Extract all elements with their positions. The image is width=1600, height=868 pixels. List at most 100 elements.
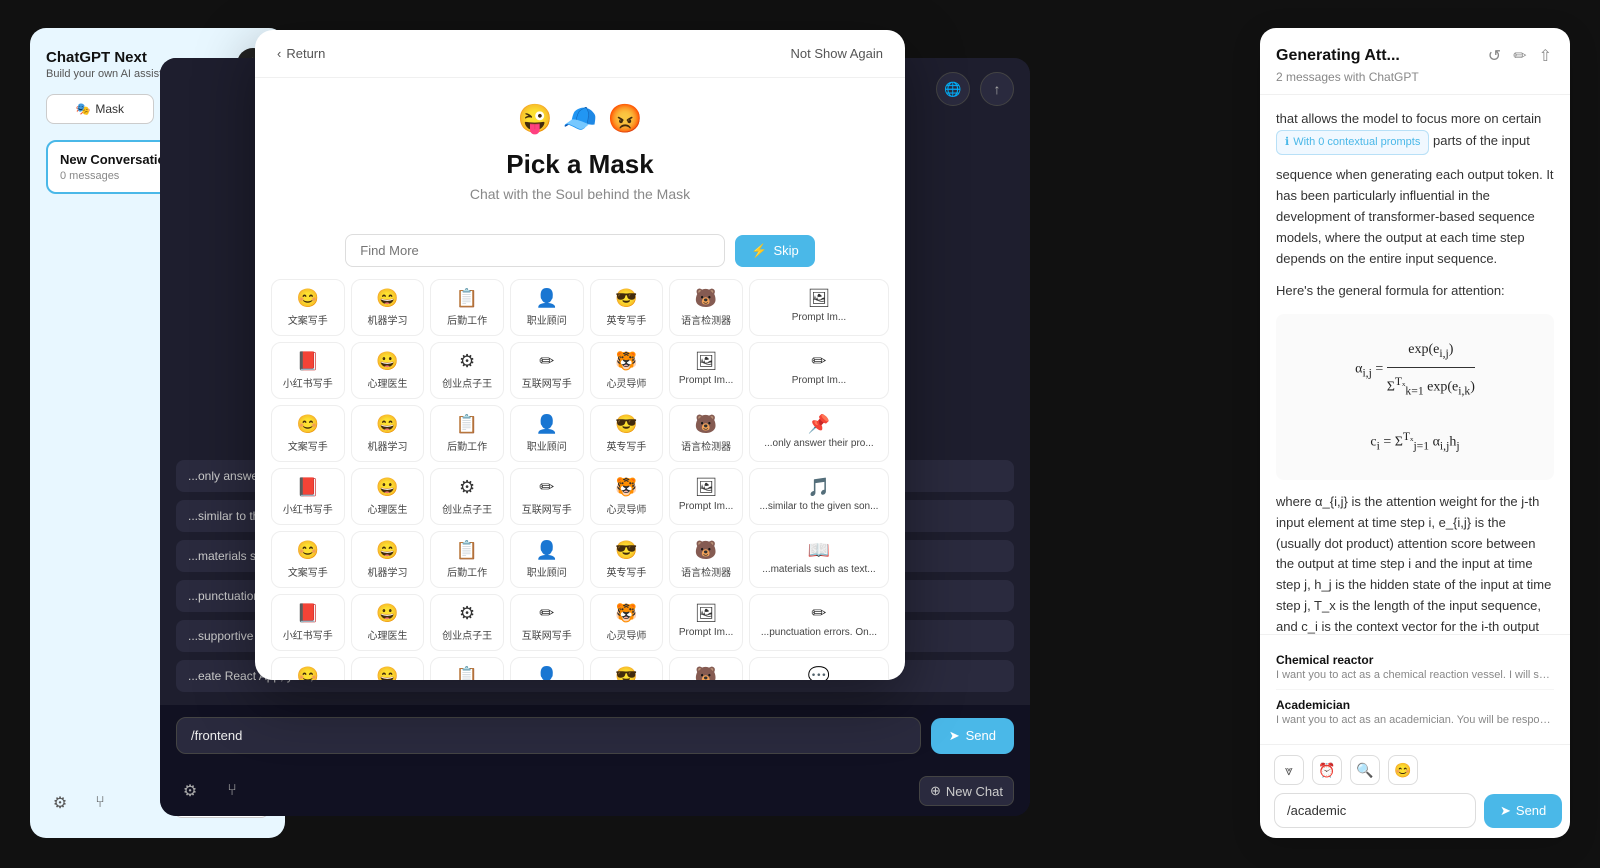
mask-item[interactable]: ⚙创业点子王 — [430, 468, 504, 525]
emoji-icon[interactable]: 😊 — [1388, 755, 1418, 785]
mask-item[interactable]: 😊文案写手 — [271, 531, 345, 588]
mask-item[interactable]: 💬...supportive to help me thr... — [749, 657, 889, 680]
mask-emoji: 📋 — [435, 666, 499, 680]
mask-item[interactable]: 😊文案写手 — [271, 657, 345, 680]
right-send-button[interactable]: ➤ Send — [1484, 794, 1562, 828]
middle-new-chat-button[interactable]: ⊕ New Chat — [919, 776, 1014, 806]
mask-item[interactable]: 📕小红书写手 — [271, 594, 345, 651]
mask-item[interactable]: 🐯心灵导师 — [590, 594, 664, 651]
mask-emoji: 🐯 — [595, 351, 659, 372]
mask-item[interactable]: 📌...only answer their pro... — [749, 405, 889, 462]
mask-item[interactable]: 🐻语言检测器 — [669, 657, 743, 680]
mask-item[interactable]: 🐻语言检测器 — [669, 405, 743, 462]
mask-item[interactable]: ⚙创业点子王 — [430, 594, 504, 651]
mask-item[interactable]: 😎英专写手 — [590, 657, 664, 680]
mask-item[interactable]: 📕小红书写手 — [271, 342, 345, 399]
not-show-button[interactable]: Not Show Again — [790, 46, 883, 61]
middle-github-icon[interactable]: ⑂ — [218, 777, 246, 805]
middle-send-button[interactable]: ➤ Send — [931, 718, 1014, 754]
mask-item[interactable]: ✏ Prompt Im... — [749, 342, 889, 399]
mask-grid: 😊文案写手😄机器学习📋后勤工作👤职业顾问😎英专写手🐻语言检测器🖼Prompt I… — [271, 279, 889, 680]
mask-item[interactable]: 🐯心灵导师 — [590, 468, 664, 525]
mask-button[interactable]: 🎭 Mask — [46, 94, 154, 124]
suggestion-card-1[interactable]: Chemical reactor I want you to act as a … — [1276, 645, 1554, 690]
mask-item[interactable]: 🎵...similar to the given son... — [749, 468, 889, 525]
mask-label: 文案写手 — [288, 316, 328, 327]
mask-emoji: 😄 — [356, 414, 420, 435]
mask-item[interactable]: ✏互联网写手 — [510, 342, 584, 399]
mask-item[interactable]: 😄机器学习 — [351, 405, 425, 462]
mask-emoji: 📋 — [435, 414, 499, 435]
right-chat-input[interactable] — [1274, 793, 1476, 828]
right-header: Generating Att... ↺ ✏ ⇧ 2 messages with … — [1260, 28, 1570, 95]
send-arrow-icon: ➤ — [949, 728, 960, 744]
middle-chat-input[interactable] — [176, 717, 921, 754]
mask-item[interactable]: 😄机器学习 — [351, 657, 425, 680]
mask-item[interactable]: 📋后勤工作 — [430, 279, 504, 336]
mask-item[interactable]: 😀心理医生 — [351, 468, 425, 525]
mask-item[interactable]: 📋后勤工作 — [430, 657, 504, 680]
mask-item[interactable]: 😎英专写手 — [590, 405, 664, 462]
mask-item[interactable]: 📋后勤工作 — [430, 405, 504, 462]
suggestion-card-2[interactable]: Academician I want you to act as an acad… — [1276, 690, 1554, 734]
mask-label: Prompt Im... — [792, 375, 846, 386]
footer-icons: ⚙ ⑂ — [46, 789, 114, 817]
mask-item[interactable]: ⚙创业点子王 — [430, 342, 504, 399]
mask-item[interactable]: 😀心理医生 — [351, 594, 425, 651]
mask-emoji: 📋 — [435, 288, 499, 309]
mask-label: 英专写手 — [606, 316, 646, 327]
mask-item[interactable]: 🖼Prompt Im... — [749, 279, 889, 336]
collapse-icon[interactable]: ⩔ — [1274, 755, 1304, 785]
search-icon[interactable]: 🔍 — [1350, 755, 1380, 785]
mask-item[interactable]: 📕小红书写手 — [271, 468, 345, 525]
mask-item[interactable]: 📋后勤工作 — [430, 531, 504, 588]
mask-item[interactable]: 🐻语言检测器 — [669, 279, 743, 336]
mask-item[interactable]: 👤职业顾问 — [510, 657, 584, 680]
mask-item[interactable]: 📖...materials such as text... — [749, 531, 889, 588]
right-footer-actions: ⩔ ⏰ 🔍 😊 — [1274, 755, 1556, 785]
return-button[interactable]: ‹ Return — [277, 46, 325, 61]
mask-item[interactable]: ✏互联网写手 — [510, 468, 584, 525]
mask-item[interactable]: 🖼Prompt Im... — [669, 342, 743, 399]
settings-icon[interactable]: ⚙ — [46, 789, 74, 817]
mask-item[interactable]: 👤职业顾问 — [510, 279, 584, 336]
mask-item[interactable]: 👤职业顾问 — [510, 531, 584, 588]
mask-label: 心灵导师 — [606, 631, 646, 642]
mask-emoji: 😀 — [356, 351, 420, 372]
mask-emoji: 🐻 — [674, 288, 738, 309]
mask-item[interactable]: 😀心理医生 — [351, 342, 425, 399]
mask-emoji: ✏ — [515, 603, 579, 624]
clock-icon[interactable]: ⏰ — [1312, 755, 1342, 785]
info-icon: ℹ — [1285, 134, 1289, 152]
mask-item[interactable]: 🐯心灵导师 — [590, 342, 664, 399]
right-panel-subtitle: 2 messages with ChatGPT — [1276, 70, 1554, 84]
mask-emoji: ✏ — [754, 351, 884, 372]
mask-emoji: 📕 — [276, 477, 340, 498]
skip-label: Skip — [773, 243, 798, 258]
mask-item[interactable]: 👤职业顾问 — [510, 405, 584, 462]
mask-search-input[interactable] — [345, 234, 725, 267]
mask-emoji: 😀 — [356, 603, 420, 624]
mask-item[interactable]: 😎英专写手 — [590, 279, 664, 336]
mask-item[interactable]: 😄机器学习 — [351, 531, 425, 588]
undo-button[interactable]: ↺ — [1486, 44, 1503, 68]
mask-item[interactable]: ✏...punctuation errors. On... — [749, 594, 889, 651]
share-button[interactable]: ⇧ — [1537, 44, 1554, 68]
github-icon[interactable]: ⑂ — [86, 789, 114, 817]
middle-settings-icon[interactable]: ⚙ — [176, 777, 204, 805]
upload-icon[interactable]: ↑ — [980, 72, 1014, 106]
mask-emoji: 👤 — [515, 540, 579, 561]
earth-icon[interactable]: 🌐 — [936, 72, 970, 106]
mask-item[interactable]: 🖼Prompt Im... — [669, 594, 743, 651]
mask-item[interactable]: 🐻语言检测器 — [669, 531, 743, 588]
mask-item[interactable]: 😄机器学习 — [351, 279, 425, 336]
mask-emoji: 🐻 — [674, 540, 738, 561]
mask-item[interactable]: ✏互联网写手 — [510, 594, 584, 651]
skip-button[interactable]: ⚡ Skip — [735, 235, 814, 267]
mask-item[interactable]: 😊文案写手 — [271, 279, 345, 336]
mask-item[interactable]: 😎英专写手 — [590, 531, 664, 588]
mask-label: 机器学习 — [367, 316, 407, 327]
mask-item[interactable]: 🖼Prompt Im... — [669, 468, 743, 525]
mask-item[interactable]: 😊文案写手 — [271, 405, 345, 462]
edit-button[interactable]: ✏ — [1511, 44, 1528, 68]
